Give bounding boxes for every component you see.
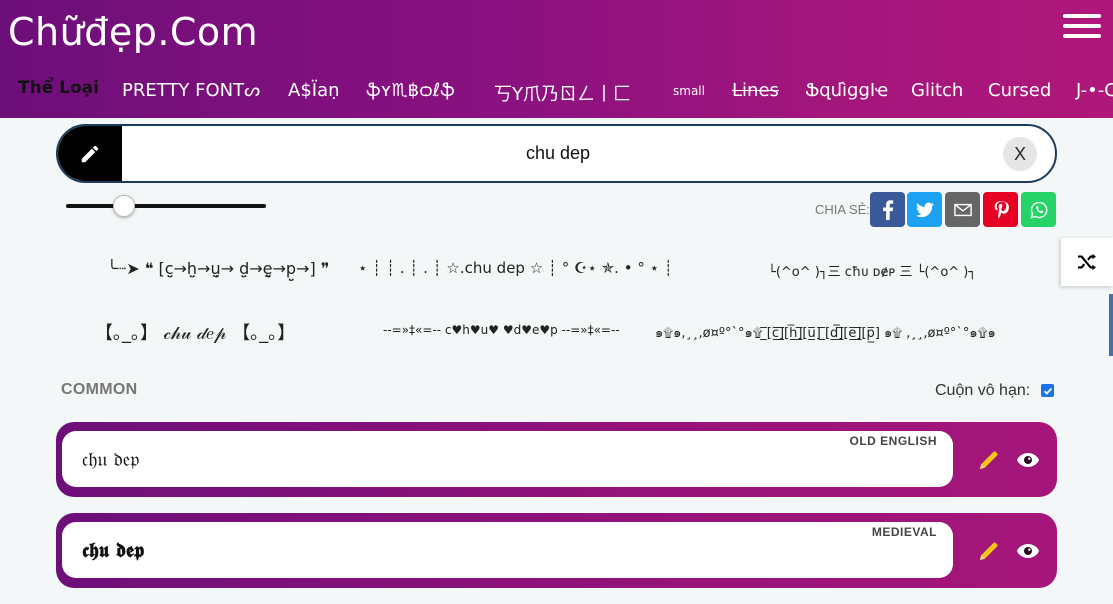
deco-text-dance[interactable]: └(^o^ )┐三 ᴄħᴜ ᴅɇᴘ 三 └(^o^ )┐ <box>768 261 976 280</box>
pencil-icon <box>81 145 99 162</box>
slider-thumb[interactable] <box>113 195 135 217</box>
font-size-slider[interactable] <box>66 195 266 217</box>
category-tab-cursed[interactable]: Cursed <box>988 80 1051 101</box>
category-tab-asian[interactable]: A$Ïaṇ <box>288 80 340 101</box>
font-card-medieval: 𝖈𝖍𝖚 𝖉𝖊𝖕 MEDIEVAL <box>56 513 1057 588</box>
edit-pencil-icon[interactable] <box>977 539 1001 563</box>
font-preview-text[interactable]: 𝖈𝖍𝖚 𝖉𝖊𝖕 <box>82 538 144 562</box>
infinite-scroll-checkbox[interactable] <box>1041 384 1054 397</box>
pinterest-share-button[interactable] <box>983 192 1018 227</box>
font-card-body[interactable]: 𝔠𝔥𝔲 𝔡𝔢𝔭 OLD ENGLISH <box>62 431 953 487</box>
search-bar: X <box>56 124 1057 183</box>
site-header: Chữđẹp.Com Thể Loại PRETTY FONTᔕ A$Ïaṇ ֆ… <box>0 0 1113 118</box>
whatsapp-icon <box>1030 201 1047 218</box>
email-share-button[interactable] <box>945 192 980 227</box>
hamburger-menu-icon[interactable] <box>1063 14 1101 40</box>
category-tab-the-loai[interactable]: Thể Loại <box>18 78 99 98</box>
facebook-icon <box>882 199 893 220</box>
checkmark-icon <box>1043 387 1052 395</box>
edit-icon-box <box>58 126 122 181</box>
share-label: CHIA SẺ: <box>815 202 870 217</box>
deco-text-arrow[interactable]: ╰┈➤ ❝ [c̤̮→h̤̮→ṳ̮→ d̤̮→ḛ̮→p̤̮→] ❞ <box>107 259 329 278</box>
deco-text-stars[interactable]: ⋆ ┊ ┊ . ┊ . ┊ ☆.chu dep ☆ ┊ ° ☪⋆ ✯. • ° … <box>358 259 673 277</box>
eye-icon[interactable] <box>1016 450 1040 470</box>
section-title-common: COMMON <box>61 381 138 398</box>
random-button[interactable] <box>1061 238 1113 286</box>
envelope-icon <box>953 203 972 216</box>
category-tab-glitch[interactable]: Glitch <box>911 80 963 101</box>
deco-text-ornate[interactable]: ๑۩๑,¸¸,ø¤º°`°๑۩ [̲̅c̲̅][̲̅h̲̅][̲̅u̲̅] [̲… <box>655 322 996 343</box>
font-card-old-english: 𝔠𝔥𝔲 𝔡𝔢𝔭 OLD ENGLISH <box>56 422 1057 497</box>
infinite-scroll-label: Cuộn vô hạn: <box>935 382 1031 399</box>
category-nav: Thể Loại PRETTY FONTᔕ A$Ïaṇ ֆʏ♏฿ѻℓֆ 丂Y爪乃… <box>0 66 1113 118</box>
eye-icon[interactable] <box>1016 541 1040 561</box>
font-card-body[interactable]: 𝖈𝖍𝖚 𝖉𝖊𝖕 MEDIEVAL <box>62 522 953 578</box>
twitter-icon <box>915 202 934 217</box>
deco-text-brackets[interactable]: 【｡_｡】 𝒸𝒽𝓊 𝒹𝑒𝓅 【｡_｡】 <box>95 319 295 345</box>
category-tab-small[interactable]: small <box>673 84 705 98</box>
shuffle-icon <box>1078 253 1096 271</box>
category-tab-squiggle[interactable]: ՖզմìցցӀҽ <box>805 80 888 101</box>
twitter-share-button[interactable] <box>907 192 942 227</box>
category-tab-symbolic[interactable]: 丂Y爪乃ㄖㄥ丨匚 <box>494 80 631 106</box>
site-logo[interactable]: Chữđẹp.Com <box>8 10 258 54</box>
edit-pencil-icon[interactable] <box>977 448 1001 472</box>
text-input[interactable] <box>128 126 988 181</box>
category-tab-lines[interactable]: Lines <box>732 80 779 101</box>
font-preview-text[interactable]: 𝔠𝔥𝔲 𝔡𝔢𝔭 <box>82 447 139 471</box>
font-style-label: MEDIEVAL <box>871 525 937 539</box>
whatsapp-share-button[interactable] <box>1021 192 1056 227</box>
side-scroll-indicator <box>1109 294 1113 356</box>
clear-button[interactable]: X <box>1003 137 1037 171</box>
deco-text-hearts[interactable]: --=»‡«=-- c♥h♥u♥ ♥d♥e♥p --=»‡«=-- <box>383 323 620 337</box>
category-tab-more[interactable]: J-•-C <box>1076 80 1113 101</box>
category-tab-symbols[interactable]: ֆʏ♏฿ѻℓֆ <box>366 80 455 101</box>
category-tab-pretty-font[interactable]: PRETTY FONTᔕ <box>122 80 260 101</box>
facebook-share-button[interactable] <box>870 192 905 227</box>
font-style-label: OLD ENGLISH <box>849 434 937 448</box>
pinterest-icon <box>994 200 1009 218</box>
